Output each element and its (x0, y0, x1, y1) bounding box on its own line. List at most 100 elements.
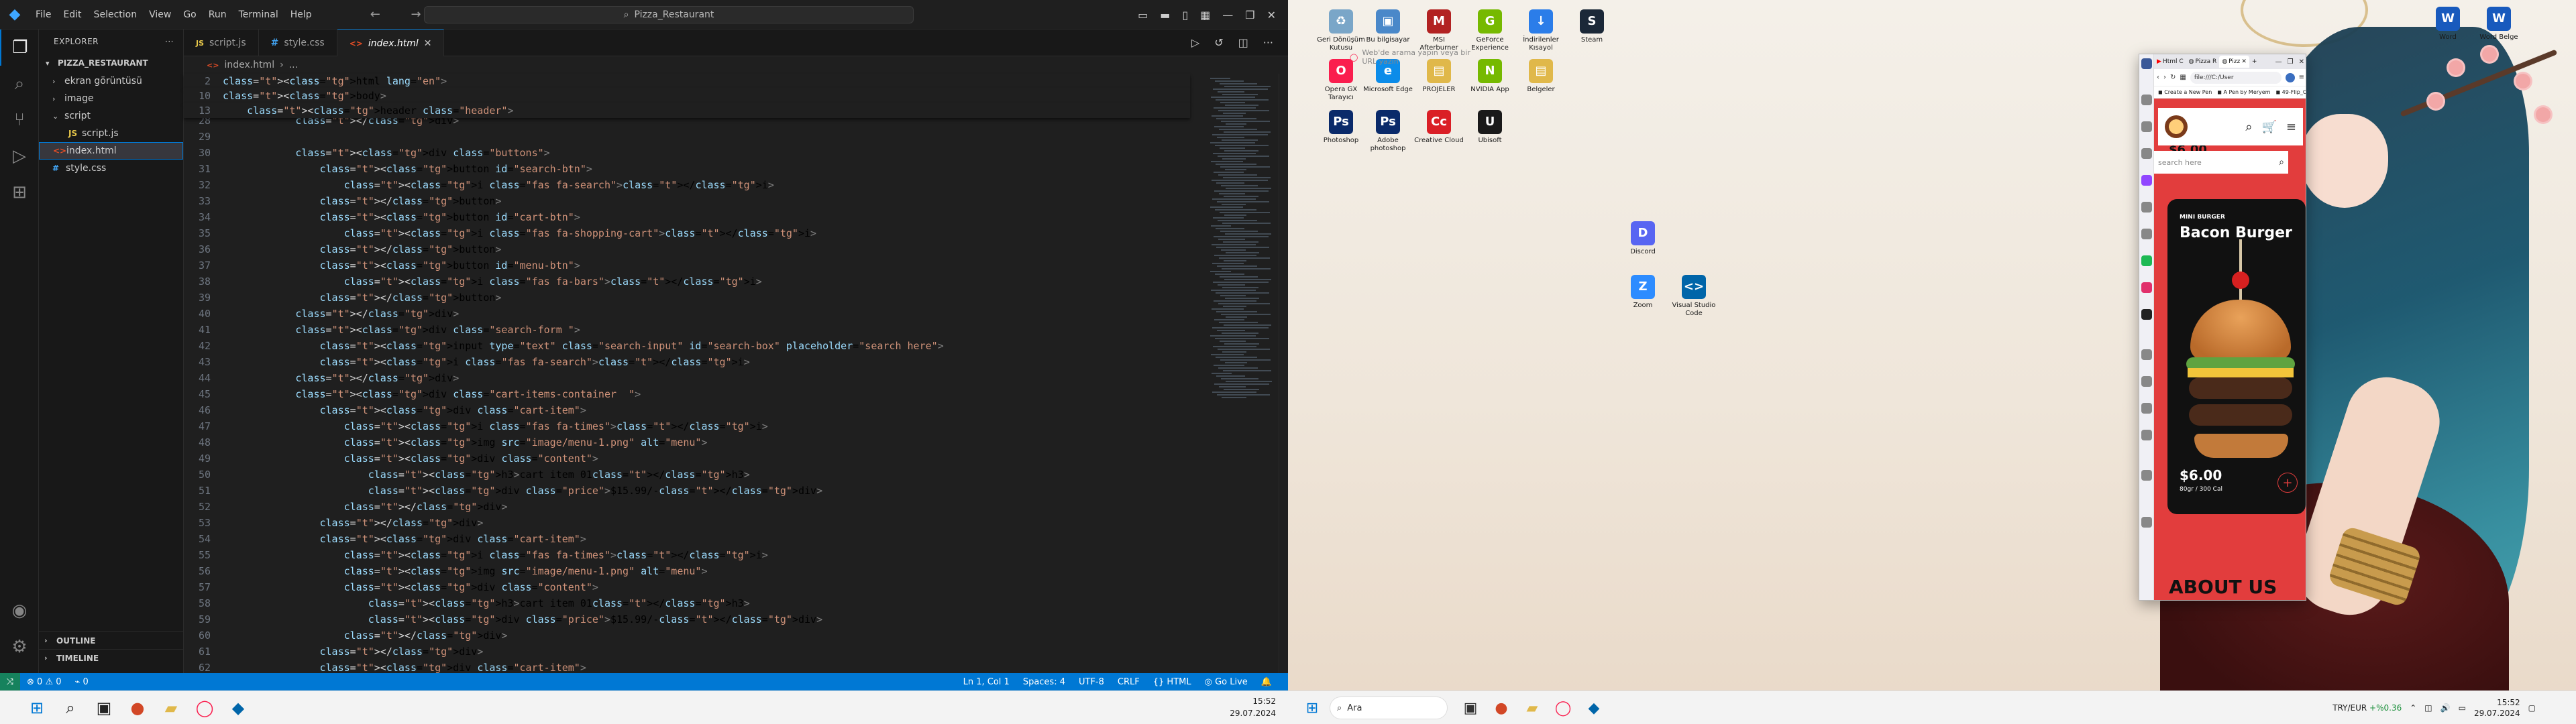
tree-folder-script[interactable]: ⌄ script (39, 107, 183, 125)
battery-icon[interactable]: ▭ (2459, 703, 2466, 713)
go-live-button[interactable]: ◎ Go Live (1198, 677, 1254, 687)
bookmark-item[interactable]: ◼ A Pen by Meryem (2217, 89, 2270, 95)
discord-icon[interactable] (2141, 309, 2152, 320)
code-line[interactable]: 44 class="t"></class="tg">div> (184, 370, 1190, 386)
toggle-sidebar-icon[interactable]: ▭ (1138, 9, 1148, 21)
menu-selection[interactable]: Selection (88, 9, 144, 20)
powerpoint-icon[interactable]: ● (121, 691, 154, 724)
code-line[interactable]: 33 class="t"></class="tg">button> (184, 193, 1190, 209)
search-icon[interactable]: ⌕ (2245, 120, 2252, 134)
sticky-scroll-line[interactable]: 10 class="t"><class="tg">body> (184, 88, 1190, 103)
heart-icon[interactable] (2141, 376, 2152, 387)
forward-icon[interactable]: › (2163, 74, 2166, 81)
code-line[interactable]: 30 class="t"><class="tg">div class="butt… (184, 145, 1190, 161)
site-logo[interactable] (2165, 115, 2188, 138)
code-line[interactable]: 53 class="t"></class="tg">div> (184, 515, 1190, 531)
code-line[interactable]: 51 class="t"><class="tg">div class="pric… (184, 483, 1190, 499)
tree-file-style-css[interactable]: # style.css (39, 160, 183, 177)
opera-gx-icon[interactable]: ◯ (188, 691, 221, 724)
indentation[interactable]: Spaces: 4 (1016, 677, 1072, 687)
breadcrumb-file[interactable]: index.html (224, 60, 274, 70)
desktop-icon[interactable]: Ps Adobe photoshop (1362, 110, 1414, 153)
home-icon[interactable] (2141, 95, 2152, 105)
code-line[interactable]: 43 class="t"><class="tg">i class="fas fa… (184, 354, 1190, 370)
clock-icon[interactable] (2141, 430, 2152, 440)
toggle-secondary-sidebar-icon[interactable]: ▯ (1182, 9, 1188, 21)
source-control-icon[interactable]: ⑂ (0, 102, 39, 138)
more-actions-icon[interactable]: ··· (1263, 36, 1273, 49)
new-tab-icon[interactable]: + (2249, 58, 2257, 65)
opera-logo-icon[interactable] (2141, 58, 2152, 69)
spotify-icon[interactable] (2141, 255, 2152, 266)
timeline-section[interactable]: › TIMELINE (39, 649, 184, 666)
minimap[interactable] (1203, 74, 1279, 673)
ai-icon[interactable] (2141, 229, 2152, 239)
desktop-icon[interactable]: M MSI Afterburner (1413, 9, 1465, 52)
code-line[interactable]: 29 (184, 129, 1190, 145)
search-icon[interactable]: ⌕ (2279, 157, 2284, 168)
tree-folder-image[interactable]: › image (39, 90, 183, 107)
code-line[interactable]: 34 class="t"><class="tg">button id="cart… (184, 209, 1190, 225)
code-line[interactable]: 60 class="t"></class="tg">div> (184, 627, 1190, 644)
code-line[interactable]: 61 class="t"></class="tg">div> (184, 644, 1190, 660)
code-line[interactable]: 57 class="t"><class="tg">div class="cont… (184, 579, 1190, 595)
code-line[interactable]: 38 class="t"><class="tg">i class="fas fa… (184, 274, 1190, 290)
desktop-icon[interactable]: S Steam (1566, 9, 1618, 44)
file-explorer-icon[interactable]: ▰ (154, 691, 188, 724)
browser-tab[interactable]: ▶ Html C (2154, 56, 2186, 68)
instagram-icon[interactable] (2141, 282, 2152, 293)
code-line[interactable]: 36 class="t"></class="tg">button> (184, 241, 1190, 257)
vscode-taskbar-icon[interactable]: ◆ (221, 691, 255, 724)
avatar[interactable] (2285, 72, 2295, 82)
browser-tab-active[interactable]: ◍ Pizz ✕ (2219, 56, 2249, 68)
minimize-icon[interactable]: — (2275, 58, 2282, 66)
command-center[interactable]: ⌕ Pizza_Restaurant (424, 6, 914, 23)
code-line[interactable]: 41 class="t"><class="tg">div class="sear… (184, 322, 1190, 338)
menu-bars-icon[interactable]: ≡ (2286, 120, 2296, 134)
sticky-scroll-line[interactable]: 13 class="t"><class="tg">header class="h… (184, 103, 1190, 118)
tree-file-index-html[interactable]: <> index.html (39, 142, 183, 160)
settings-gear-icon[interactable]: ⚙ (0, 629, 39, 665)
bookmark-item[interactable]: ◼ Create a New Pen (2158, 89, 2212, 95)
end-of-line[interactable]: CRLF (1111, 677, 1146, 687)
tab-index-html[interactable]: <> index.html ✕ (337, 29, 445, 56)
network-icon[interactable]: ◫ (2424, 703, 2432, 713)
tab-style-css[interactable]: # style.css (259, 29, 337, 56)
browser-tab[interactable]: ◍ Pizza R (2186, 56, 2220, 68)
windows-start-icon[interactable]: ⊞ (1297, 691, 1327, 724)
more-icon[interactable] (2141, 517, 2152, 528)
code-line[interactable]: 54 class="t"><class="tg">div class="cart… (184, 531, 1190, 547)
extensions-icon[interactable] (2141, 470, 2152, 481)
desktop-icon[interactable]: ♻ Geri Dönüşüm Kutusu (1315, 9, 1367, 52)
windows-start-icon[interactable]: ⊞ (20, 691, 54, 724)
task-view-icon[interactable]: ▣ (1456, 691, 1485, 724)
close-icon[interactable]: ✕ (2299, 58, 2304, 66)
clock[interactable]: 15:52 29.07.2024 (1230, 695, 1276, 719)
minimize-icon[interactable]: — (1222, 9, 1233, 21)
maximize-icon[interactable]: ❐ (2288, 58, 2294, 66)
desktop-icon[interactable]: W Word (2422, 7, 2474, 42)
add-to-cart-button[interactable]: + (2277, 473, 2298, 493)
code-line[interactable]: 50 class="t"><class="tg">h3>cart item 01… (184, 467, 1190, 483)
desktop-icon[interactable]: Z Zoom (1617, 275, 1669, 310)
chevron-up-icon[interactable]: ⌃ (2410, 703, 2416, 713)
reload-icon[interactable]: ↻ (2170, 74, 2176, 81)
cursor-position[interactable]: Ln 1, Col 1 (957, 677, 1016, 687)
code-line[interactable]: 55 class="t"><class="tg">i class="fas fa… (184, 547, 1190, 563)
code-line[interactable]: 56 class="t"><class="tg">img src="image/… (184, 563, 1190, 579)
code-line[interactable]: 49 class="t"><class="tg">div class="cont… (184, 450, 1190, 467)
run-icon[interactable]: ▷ (1191, 36, 1199, 49)
menu-terminal[interactable]: Terminal (233, 9, 284, 20)
code-line[interactable]: 48 class="t"><class="tg">img src="image/… (184, 434, 1190, 450)
problems-status[interactable]: ⊗ 0 ⚠ 0 (20, 677, 68, 687)
speed-dial-icon[interactable]: ▦ (2180, 74, 2186, 81)
sticky-scroll-line[interactable]: 2 class="t"><class="tg">html lang="en"> (184, 74, 1190, 88)
breadcrumb-symbol[interactable]: ... (289, 60, 298, 70)
close-tab-icon[interactable]: ✕ (2241, 58, 2247, 65)
desktop-icon[interactable]: W Word Belge (2473, 7, 2525, 42)
notifications-bell-icon[interactable]: 🔔 (1254, 677, 1279, 687)
editor-scrollbar[interactable] (1279, 74, 1288, 673)
code-line[interactable]: 37 class="t"><class="tg">button id="menu… (184, 257, 1190, 274)
taskbar-search[interactable]: ⌕ Ara (1330, 697, 1448, 719)
remote-indicator-icon[interactable]: ⤨ (0, 673, 20, 690)
